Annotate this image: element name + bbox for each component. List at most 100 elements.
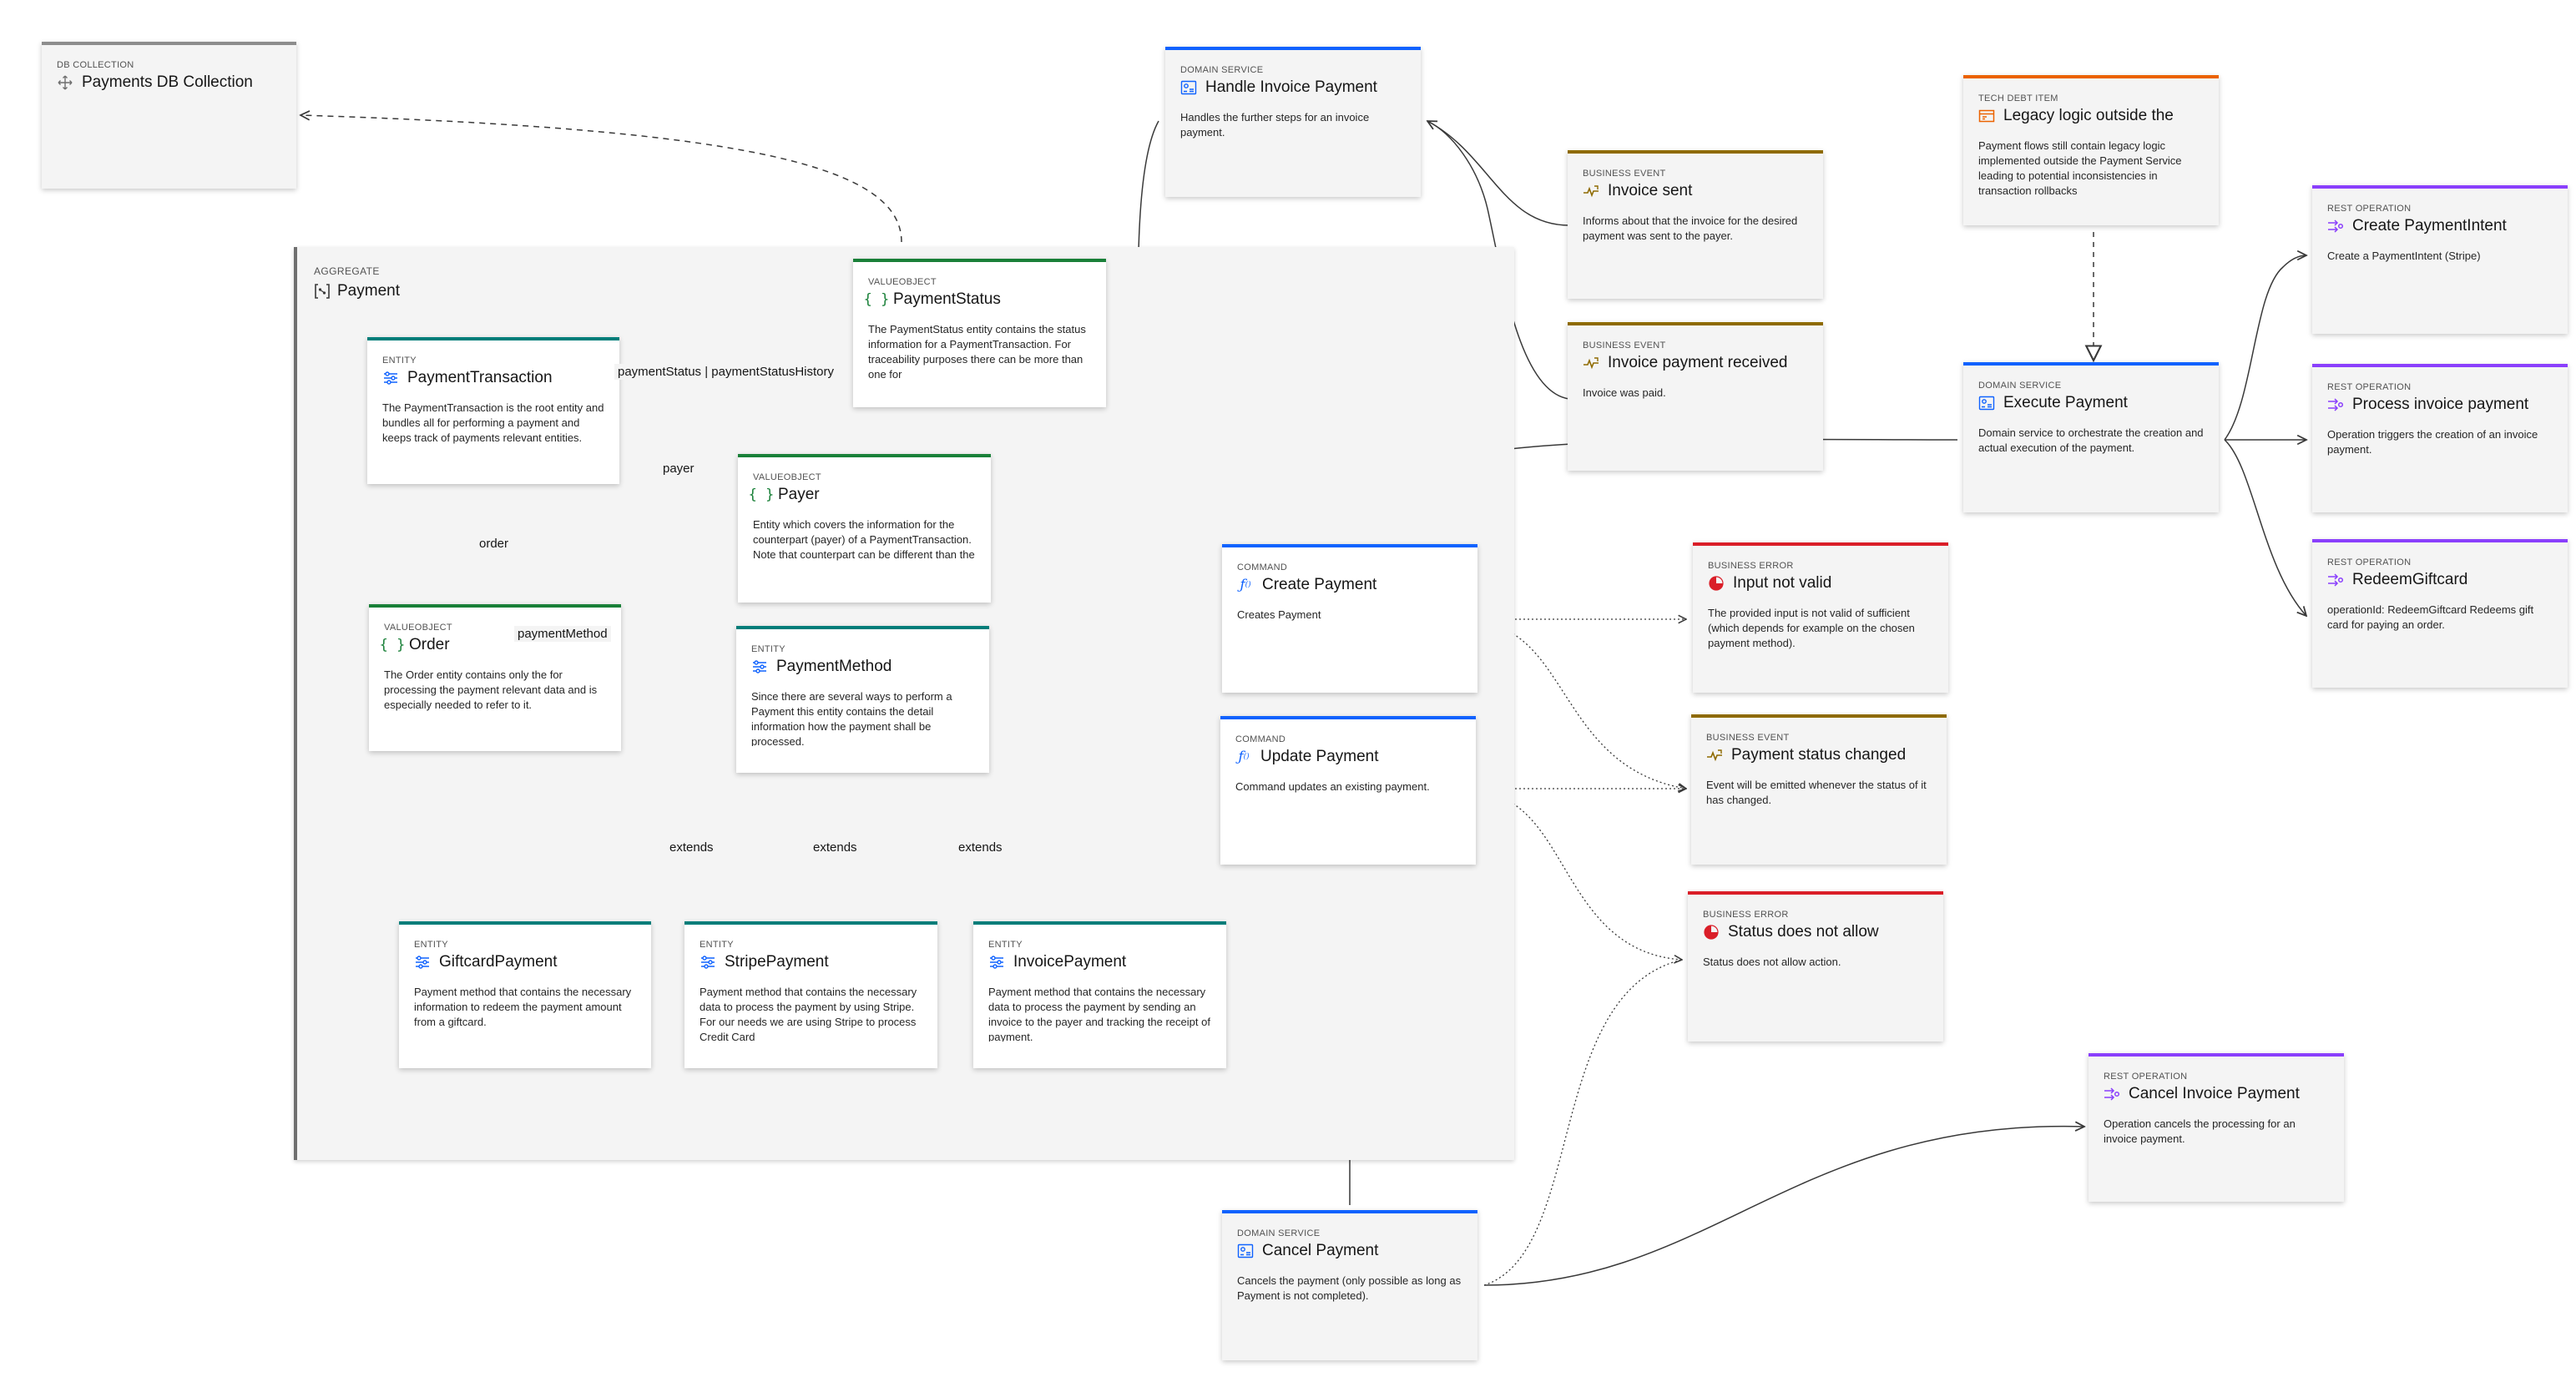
card-description: The Order entity contains only the for p… — [384, 668, 598, 711]
card-execute-payment[interactable]: DOMAIN SERVICE Execute Payment Domain se… — [1963, 362, 2219, 512]
edge-cancel-cancelinvoice — [1483, 1127, 2084, 1286]
curly-braces-icon: { } — [748, 487, 775, 503]
card-title-text: Payment status changed — [1731, 746, 1907, 764]
card-cancel-payment[interactable]: DOMAIN SERVICE Cancel Payment Cancels th… — [1222, 1210, 1477, 1360]
card-create-payment-intent[interactable]: REST OPERATION Create PaymentIntent Crea… — [2312, 185, 2568, 334]
event-pulse-icon — [1583, 355, 1599, 371]
card-description: Command updates an existing payment. — [1235, 780, 1430, 793]
edge-label-extends-stripe: extends — [810, 840, 861, 855]
edge-invoicesent-handle — [1427, 121, 1570, 226]
function-icon: ƒ() — [1238, 749, 1250, 765]
card-input-not-valid[interactable]: BUSINESS ERROR Input not valid The provi… — [1693, 542, 1948, 693]
card-status-does-not-allow[interactable]: BUSINESS ERROR Status does not allow Sta… — [1688, 891, 1943, 1042]
card-title-text: Create Payment — [1262, 576, 1377, 593]
card-title-text: Cancel Invoice Payment — [2129, 1085, 2300, 1102]
card-title-text: Create PaymentIntent — [2352, 217, 2507, 235]
aggregate-bracket-icon — [314, 283, 331, 300]
curly-braces-icon: { } — [863, 291, 890, 308]
card-type: VALUEOBJECT — [753, 472, 821, 482]
card-title-text: Update Payment — [1260, 748, 1379, 765]
card-title-text: GiftcardPayment — [439, 953, 558, 971]
card-update-payment[interactable]: COMMAND ƒ() Update Payment Command updat… — [1220, 716, 1476, 865]
card-title: Process invoice payment — [2327, 396, 2553, 414]
debt-box-icon — [1978, 108, 1995, 124]
card-type: COMMAND — [1235, 734, 1286, 744]
card-title-text: StripePayment — [725, 953, 829, 971]
edge-execute-intent — [2224, 255, 2306, 441]
card-title: ƒ() Create Payment — [1237, 576, 1462, 594]
card-title: { } PaymentStatus — [863, 290, 1091, 309]
card-payer[interactable]: VALUEOBJECT { } Payer Entity which cover… — [738, 454, 991, 603]
card-invoice-sent[interactable]: BUSINESS EVENT Invoice sent Informs abou… — [1568, 150, 1823, 299]
card-type: REST OPERATION — [2327, 204, 2412, 214]
card-title: PaymentMethod — [751, 658, 974, 676]
card-title: Cancel Payment — [1237, 1242, 1462, 1260]
card-invoice-payment-received[interactable]: BUSINESS EVENT Invoice payment received … — [1568, 322, 1823, 471]
card-type: ENTITY — [700, 940, 734, 950]
card-title: InvoicePayment — [988, 953, 1211, 971]
card-description: Payment method that contains the necessa… — [988, 986, 1210, 1042]
card-description: Payment flows still contain legacy logic… — [1978, 139, 2182, 197]
error-pie-icon — [1708, 575, 1725, 592]
card-description: Creates Payment — [1237, 608, 1321, 621]
card-process-invoice-payment[interactable]: REST OPERATION Process invoice payment O… — [2312, 364, 2568, 512]
card-description: Status does not allow action. — [1703, 956, 1841, 968]
edge-label-payer: payer — [659, 461, 698, 477]
rest-arrows-icon — [2327, 218, 2344, 235]
card-handle-invoice-payment[interactable]: DOMAIN SERVICE Handle Invoice Payment Ha… — [1165, 47, 1421, 197]
sliders-icon — [988, 954, 1005, 971]
card-type: DOMAIN SERVICE — [1180, 65, 1264, 75]
edge-label-extends-giftcard: extends — [666, 840, 717, 855]
card-create-payment[interactable]: COMMAND ƒ() Create Payment Creates Payme… — [1222, 544, 1477, 693]
service-gear-icon — [1237, 1243, 1254, 1259]
card-description: The PaymentTransaction is the root entit… — [382, 401, 604, 444]
card-type: VALUEOBJECT — [868, 277, 937, 287]
card-cancel-invoice-payment[interactable]: REST OPERATION Cancel Invoice Payment Op… — [2089, 1053, 2344, 1202]
card-payment-status-changed[interactable]: BUSINESS EVENT Payment status changed Ev… — [1691, 714, 1947, 865]
card-type: REST OPERATION — [2327, 557, 2412, 567]
card-title-text: PaymentTransaction — [407, 369, 553, 386]
card-description: The PaymentStatus entity contains the st… — [868, 323, 1086, 379]
card-title-text: RedeemGiftcard — [2352, 571, 2468, 588]
card-redeem-giftcard[interactable]: REST OPERATION RedeemGiftcard operationI… — [2312, 539, 2568, 688]
card-title-text: Execute Payment — [2003, 394, 2128, 411]
edge-label-payment-method: paymentMethod — [514, 626, 611, 642]
edge-label-payment-status: paymentStatus | paymentStatusHistory — [614, 364, 838, 380]
card-title-text: InvoicePayment — [1013, 953, 1127, 971]
edge-label-extends-invoice: extends — [955, 840, 1006, 855]
rest-arrows-icon — [2327, 396, 2344, 413]
function-icon: ƒ() — [1240, 577, 1251, 593]
edge-execute-redeem — [2224, 439, 2306, 616]
card-description: operationId: RedeemGiftcard Redeems gift… — [2327, 603, 2534, 631]
card-title-text: Payer — [778, 486, 820, 503]
card-title-text: PaymentStatus — [893, 290, 1001, 308]
card-type: BUSINESS ERROR — [1708, 561, 1794, 571]
aggregate-type: AGGREGATE — [314, 265, 380, 277]
card-legacy-logic[interactable]: TECH DEBT ITEM Legacy logic outside the … — [1963, 75, 2219, 225]
card-payment-transaction[interactable]: ENTITY PaymentTransaction The PaymentTra… — [367, 337, 619, 484]
move-arrows-icon — [57, 74, 73, 91]
card-title-text: Invoice payment received — [1608, 354, 1788, 371]
card-stripe-payment[interactable]: ENTITY StripePayment Payment method that… — [684, 921, 937, 1068]
card-description: Since there are several ways to perform … — [751, 690, 952, 746]
card-title: PaymentTransaction — [382, 369, 604, 387]
card-description: Handles the further steps for an invoice… — [1180, 111, 1370, 139]
card-invoice-payment[interactable]: ENTITY InvoicePayment Payment method tha… — [973, 921, 1226, 1068]
card-title: ƒ() Update Payment — [1235, 748, 1461, 766]
curly-braces-icon: { } — [379, 637, 406, 653]
edge-label-order: order — [476, 536, 513, 552]
card-title: GiftcardPayment — [414, 953, 636, 971]
card-title: Payment status changed — [1706, 746, 1932, 764]
card-title: Legacy logic outside the — [1978, 107, 2204, 125]
card-title-text: PaymentMethod — [776, 658, 892, 675]
card-db-collection[interactable]: DB COLLECTION Payments DB Collection — [42, 42, 296, 189]
diagram-canvas[interactable]: AGGREGATE Payment DB COLLECTION Payments… — [0, 0, 2576, 1382]
card-payment-method[interactable]: ENTITY PaymentMethod Since there are sev… — [736, 626, 989, 773]
card-type: ENTITY — [751, 644, 785, 654]
card-payment-status[interactable]: VALUEOBJECT { } PaymentStatus The Paymen… — [853, 259, 1106, 407]
card-description: Event will be emitted whenever the statu… — [1706, 779, 1927, 806]
card-title: RedeemGiftcard — [2327, 571, 2553, 589]
card-type: TECH DEBT ITEM — [1978, 93, 2058, 103]
event-pulse-icon — [1706, 747, 1723, 764]
card-giftcard-payment[interactable]: ENTITY GiftcardPayment Payment method th… — [399, 921, 651, 1068]
